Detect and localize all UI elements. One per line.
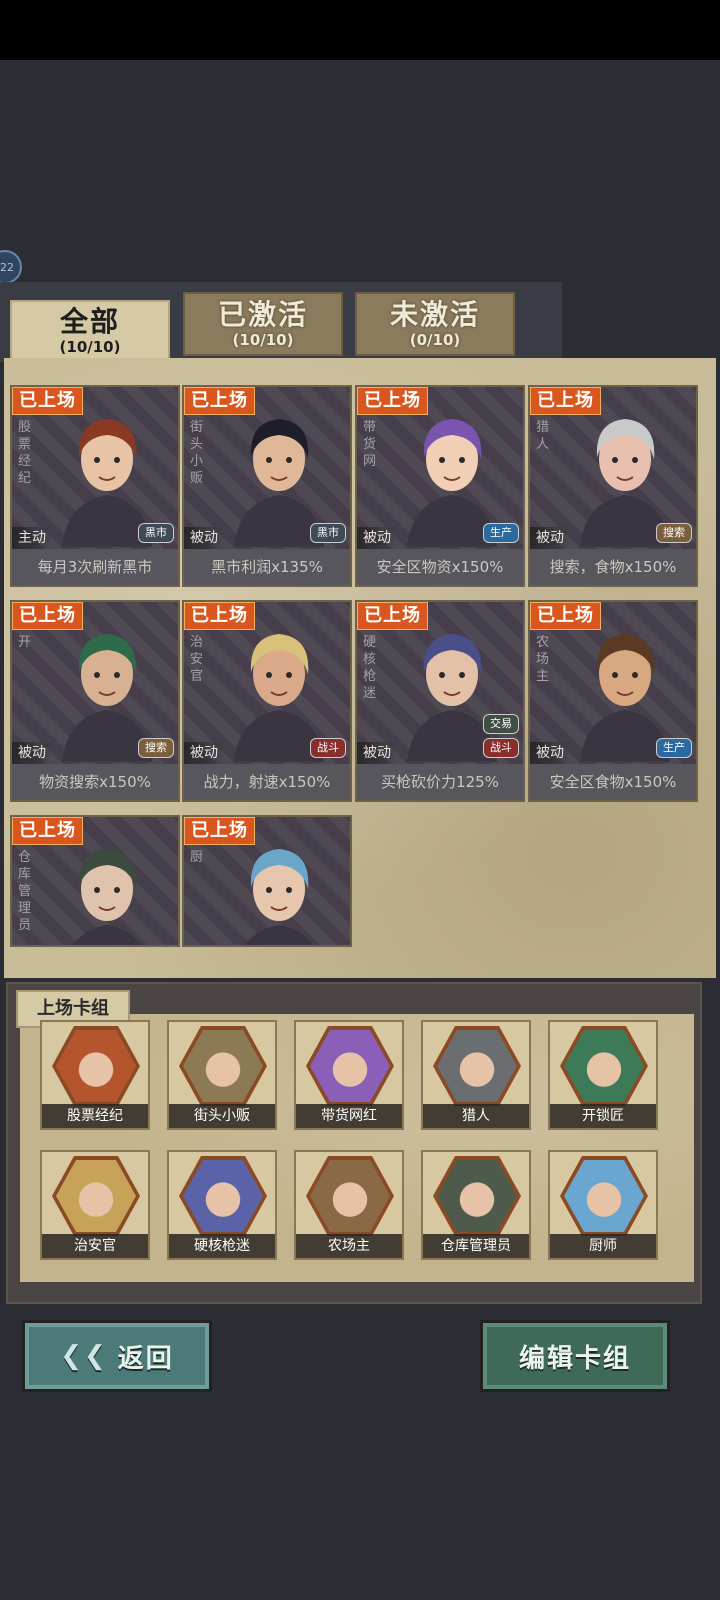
card-description: 安全区食物x150% (530, 764, 696, 800)
deck-slot[interactable]: 硬核枪迷 (167, 1150, 277, 1260)
tab-inactive[interactable]: 未激活 (0/10) (355, 292, 515, 356)
deck-slot-name: 仓库管理员 (423, 1234, 529, 1258)
on-field-ribbon: 已上场 (357, 387, 428, 415)
tab-activated-count: (10/10) (232, 331, 294, 349)
deck-slot-name: 厨师 (550, 1234, 656, 1258)
deck-slot-name: 农场主 (296, 1234, 402, 1258)
deck-slot-name: 硬核枪迷 (169, 1234, 275, 1258)
card-description: 黑市利润x135% (184, 549, 350, 585)
card-type: 主动 (12, 527, 52, 549)
card-description: 每月3次刷新黑市 (12, 549, 178, 585)
card-type: 被动 (357, 527, 397, 549)
on-field-ribbon: 已上场 (530, 387, 601, 415)
level-badge-text: 22 (0, 260, 14, 274)
tab-all[interactable]: 全部 (10/10) (10, 300, 170, 362)
character-card[interactable]: 已上场仓库管理员 (10, 815, 180, 947)
deck-slot-name: 带货网红 (296, 1104, 402, 1128)
character-card[interactable]: 已上场股票经纪主动 黑市每月3次刷新黑市 (10, 385, 180, 587)
character-card[interactable]: 已上场街头小贩被动 黑市黑市利润x135% (182, 385, 352, 587)
on-field-ribbon: 已上场 (12, 602, 83, 630)
on-field-ribbon: 已上场 (530, 602, 601, 630)
deck-slot[interactable]: 股票经纪 (40, 1020, 150, 1130)
card-name: 仓库管理员 (18, 850, 32, 933)
card-description: 战力，射速x150% (184, 764, 350, 800)
character-card[interactable]: 已上场农场主被动 生产安全区食物x150% (528, 600, 698, 802)
back-button[interactable]: ❮❮ 返回 (22, 1320, 212, 1392)
card-tag: 交易 (483, 714, 519, 734)
character-card[interactable]: 已上场厨 (182, 815, 352, 947)
card-type: 被动 (357, 742, 397, 764)
card-type: 被动 (12, 742, 52, 764)
card-name: 厨 (190, 850, 204, 865)
card-description: 搜索，食物x150% (530, 549, 696, 585)
on-field-ribbon: 已上场 (184, 602, 255, 630)
deck-slot[interactable]: 开锁匠 (548, 1020, 658, 1130)
deck-slot[interactable]: 仓库管理员 (421, 1150, 531, 1260)
character-card[interactable]: 已上场带货网被动 生产安全区物资x150% (355, 385, 525, 587)
deck-slot-name: 街头小贩 (169, 1104, 275, 1128)
tab-inactive-count: (0/10) (409, 331, 461, 349)
deck-slot[interactable]: 农场主 (294, 1150, 404, 1260)
tab-all-count: (10/10) (59, 338, 121, 356)
tab-inactive-title: 未激活 (389, 298, 480, 331)
card-name: 带货网 (363, 420, 377, 469)
tab-activated[interactable]: 已激活 (10/10) (183, 292, 343, 356)
deck-slot-name: 猎人 (423, 1104, 529, 1128)
tab-all-title: 全部 (59, 305, 120, 338)
on-field-ribbon: 已上场 (12, 387, 83, 415)
card-tag: 生产 (483, 523, 519, 543)
level-badge[interactable]: 22 (0, 250, 22, 284)
card-tag: 黑市 (310, 523, 346, 543)
on-field-ribbon: 已上场 (357, 602, 428, 630)
card-tag: 搜索 (138, 738, 174, 758)
on-field-ribbon: 已上场 (184, 817, 255, 845)
tab-activated-title: 已激活 (217, 298, 308, 331)
back-button-label: 返回 (117, 1343, 174, 1374)
character-card[interactable]: 已上场猎人被动 搜索搜索，食物x150% (528, 385, 698, 587)
card-tag: 生产 (656, 738, 692, 758)
card-name: 猎人 (536, 420, 550, 452)
card-tag: 战斗 (483, 738, 519, 758)
card-type: 被动 (184, 527, 224, 549)
character-card[interactable]: 已上场硬核枪迷被动 战斗 交易买枪砍价力125% (355, 600, 525, 802)
card-name: 街头小贩 (190, 420, 204, 486)
deck-slot-name: 开锁匠 (550, 1104, 656, 1128)
card-tag: 黑市 (138, 523, 174, 543)
status-bar (0, 0, 720, 60)
deck-slot-name: 治安官 (42, 1234, 148, 1258)
card-type: 被动 (530, 742, 570, 764)
edit-deck-button-label: 编辑卡组 (518, 1343, 631, 1374)
deck-slot[interactable]: 治安官 (40, 1150, 150, 1260)
card-type: 被动 (184, 742, 224, 764)
deck-slot[interactable]: 街头小贩 (167, 1020, 277, 1130)
deck-slot[interactable]: 带货网红 (294, 1020, 404, 1130)
character-card[interactable]: 已上场治安官被动 战斗战力，射速x150% (182, 600, 352, 802)
card-tag: 战斗 (310, 738, 346, 758)
card-name: 治安官 (190, 635, 204, 684)
character-card[interactable]: 已上场开被动 搜索物资搜索x150% (10, 600, 180, 802)
edit-deck-button[interactable]: 编辑卡组 (480, 1320, 670, 1392)
card-description: 安全区物资x150% (357, 549, 523, 585)
deck-slot-name: 股票经纪 (42, 1104, 148, 1128)
deck-slot[interactable]: 猎人 (421, 1020, 531, 1130)
card-type: 被动 (530, 527, 570, 549)
character-portrait-icon (245, 849, 313, 945)
character-portrait-icon (73, 849, 141, 945)
on-field-ribbon: 已上场 (12, 817, 83, 845)
card-description: 买枪砍价力125% (357, 764, 523, 800)
double-arrow-left-icon: ❮❮ (60, 1341, 108, 1371)
on-field-ribbon: 已上场 (184, 387, 255, 415)
card-name: 农场主 (536, 635, 550, 684)
card-name: 股票经纪 (18, 420, 32, 486)
card-name: 硬核枪迷 (363, 635, 377, 701)
card-name: 开 (18, 635, 32, 650)
card-tag: 搜索 (656, 523, 692, 543)
card-description: 物资搜索x150% (12, 764, 178, 800)
deck-slot[interactable]: 厨师 (548, 1150, 658, 1260)
